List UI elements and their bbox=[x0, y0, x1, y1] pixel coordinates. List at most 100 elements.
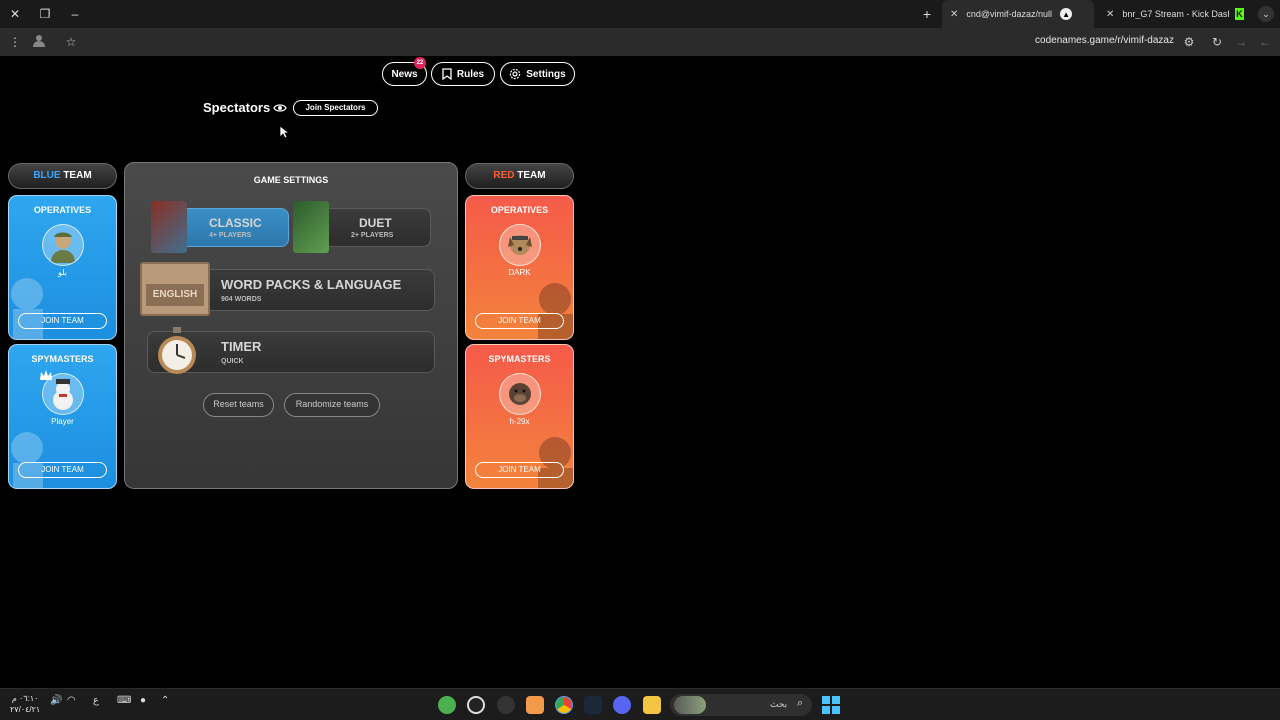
eye-icon bbox=[273, 104, 287, 112]
tab-close-icon[interactable]: ✕ bbox=[1106, 9, 1114, 20]
blue-spymasters-title: SPYMASTERS bbox=[31, 354, 94, 364]
new-tab-icon[interactable]: + bbox=[918, 5, 936, 23]
gorilla-avatar-icon bbox=[509, 383, 531, 405]
tab-close-icon[interactable]: ✕ bbox=[950, 9, 958, 20]
timer-title: TIMER bbox=[221, 339, 262, 354]
avatar bbox=[42, 224, 84, 266]
avatar bbox=[499, 373, 541, 415]
randomize-teams-button[interactable]: Randomize teams bbox=[284, 393, 380, 417]
news-label: News bbox=[391, 68, 418, 80]
blue-spymaster-player: Player bbox=[51, 417, 74, 426]
red-team-header: RED TEAM bbox=[465, 163, 574, 189]
settings-button[interactable]: Settings bbox=[500, 62, 575, 86]
mouse-cursor-icon bbox=[279, 125, 289, 139]
tab-title: cnd@vimif-dazaz/null bbox=[966, 9, 1053, 19]
chrome-canary-icon[interactable] bbox=[438, 696, 456, 714]
blue-team-header: BLUE TEAM bbox=[8, 163, 117, 189]
file-explorer-icon[interactable] bbox=[643, 696, 661, 714]
browser-toolbar: ⋮ ☆ codenames.game/r/vimif-dazaz ⚙ ↻ → ← bbox=[0, 28, 1280, 56]
blue-operatives-title: OPERATIVES bbox=[33, 205, 92, 215]
reload-icon[interactable]: ↻ bbox=[1208, 33, 1226, 51]
gear-icon bbox=[510, 68, 521, 80]
keyboard-icon[interactable]: ⌨ bbox=[117, 695, 131, 706]
back-icon[interactable]: → bbox=[1232, 33, 1250, 51]
search-placeholder: بحث bbox=[770, 699, 788, 709]
tab-codenames[interactable]: ✕ cnd@vimif-dazaz/null ▲ bbox=[942, 0, 1094, 28]
language-indicator[interactable]: ع bbox=[93, 695, 99, 706]
news-button[interactable]: News 22 bbox=[382, 57, 427, 86]
search-highlight-icon bbox=[674, 696, 706, 714]
steam-icon[interactable] bbox=[584, 696, 602, 714]
red-team-word: TEAM bbox=[517, 170, 546, 181]
address-bar[interactable]: codenames.game/r/vimif-dazaz bbox=[1035, 35, 1174, 46]
bookmark-star-icon[interactable]: ☆ bbox=[62, 33, 80, 51]
rules-label: Rules bbox=[456, 68, 485, 80]
chevron-up-icon[interactable]: ⌃ bbox=[161, 695, 169, 706]
mode-duet-name: DUET bbox=[359, 216, 392, 230]
word-packs-count: 904 WORDS bbox=[221, 296, 262, 303]
red-operatives-title: OPERATIVES bbox=[490, 205, 549, 215]
language-label: ENGLISH bbox=[146, 284, 204, 306]
rules-button[interactable]: Rules bbox=[431, 62, 495, 86]
chrome-icon[interactable] bbox=[555, 696, 573, 714]
taskbar-search[interactable]: بحث ⌕ bbox=[670, 694, 812, 716]
red-spymasters-card: SPYMASTERS h-29x JOIN TEAM bbox=[465, 344, 574, 489]
blue-spymasters-card: SPYMASTERS Player JOIN TEAM bbox=[8, 344, 117, 489]
discord-icon[interactable] bbox=[613, 696, 631, 714]
blue-operative-player: بلو bbox=[57, 268, 67, 277]
restore-window-icon[interactable]: ❐ bbox=[35, 5, 55, 23]
forward-icon[interactable]: ← bbox=[1256, 33, 1274, 51]
tab-search-chevron-icon[interactable]: ⌄ bbox=[1258, 6, 1274, 22]
mode-classic-players: 4+ PLAYERS bbox=[209, 232, 252, 239]
avatar bbox=[499, 224, 541, 266]
blue-team-word: TEAM bbox=[63, 170, 92, 181]
red-operatives-join-button[interactable]: JOIN TEAM bbox=[475, 313, 564, 329]
reset-teams-button[interactable]: Reset teams bbox=[203, 393, 274, 417]
mode-classic-name: CLASSIC bbox=[209, 216, 262, 230]
mode-duet-players: 2+ PLAYERS bbox=[351, 232, 394, 239]
kick-favicon-icon: K bbox=[1234, 8, 1244, 20]
microphone-icon[interactable]: ● bbox=[140, 695, 146, 706]
bookmark-icon bbox=[442, 68, 452, 80]
blue-operatives-card: OPERATIVES بلو JOIN TEAM bbox=[8, 195, 117, 340]
close-window-icon[interactable]: ✕ bbox=[5, 5, 25, 23]
settings-label: Settings bbox=[526, 68, 566, 80]
windows-start-icon[interactable] bbox=[822, 696, 840, 714]
tab-favicon-icon: ▲ bbox=[1060, 8, 1073, 20]
tab-title: bnr_G7 Stream - Kick Dashboard bbox=[1122, 9, 1228, 19]
red-operatives-card: OPERATIVES DARK JOIN TEAM bbox=[465, 195, 574, 340]
volume-icon[interactable]: 🔊 bbox=[50, 695, 62, 706]
red-spymasters-join-button[interactable]: JOIN TEAM bbox=[475, 462, 564, 478]
blue-operatives-join-button[interactable]: JOIN TEAM bbox=[18, 313, 107, 329]
taskbar-time: ٠٦:١٠ م bbox=[11, 694, 39, 703]
crown-icon bbox=[40, 370, 52, 380]
obs-icon[interactable] bbox=[467, 696, 485, 714]
spectators-title: Spectators bbox=[203, 100, 271, 115]
game-settings-panel: GAME SETTINGS CLASSIC 4+ PLAYERS DUET 2+… bbox=[124, 162, 458, 489]
site-settings-icon[interactable]: ⚙ bbox=[1180, 33, 1198, 51]
steelseries-icon[interactable] bbox=[497, 696, 515, 714]
taskbar-clock[interactable]: ٠٦:١٠ م ٢٧/٠٤/٢١ bbox=[10, 693, 40, 715]
blue-team-color-word: BLUE bbox=[33, 170, 61, 181]
snowman-avatar-icon bbox=[53, 379, 73, 410]
join-spectators-button[interactable]: Join Spectators bbox=[293, 100, 378, 116]
tab-kick-dashboard[interactable]: ✕ bnr_G7 Stream - Kick Dashboard K bbox=[1098, 0, 1252, 28]
timer-mode: QUICK bbox=[221, 358, 244, 365]
duet-box-art-icon bbox=[293, 201, 329, 253]
blue-spymasters-join-button[interactable]: JOIN TEAM bbox=[18, 462, 107, 478]
profile-icon[interactable] bbox=[30, 33, 48, 51]
vlc-icon[interactable] bbox=[526, 696, 544, 714]
soldier-avatar-icon bbox=[51, 232, 75, 263]
search-icon: ⌕ bbox=[797, 697, 804, 709]
news-badge: 22 bbox=[414, 57, 426, 69]
minimize-window-icon[interactable]: – bbox=[65, 5, 85, 23]
red-spymasters-title: SPYMASTERS bbox=[488, 354, 551, 364]
game-settings-title: GAME SETTINGS bbox=[253, 175, 329, 185]
os-taskbar: ٠٦:١٠ م ٢٧/٠٤/٢١ 🔊 ◠ ع ⌨ ● ⌃ بحث ⌕ bbox=[0, 688, 1280, 720]
taskbar-date: ٢٧/٠٤/٢١ bbox=[10, 705, 41, 714]
classic-box-art-icon bbox=[151, 201, 187, 253]
menu-kebab-icon[interactable]: ⋮ bbox=[6, 33, 24, 51]
language-box-icon: ENGLISH bbox=[140, 262, 210, 316]
wifi-icon[interactable]: ◠ bbox=[67, 695, 76, 706]
red-spymaster-player: h-29x bbox=[509, 417, 530, 426]
